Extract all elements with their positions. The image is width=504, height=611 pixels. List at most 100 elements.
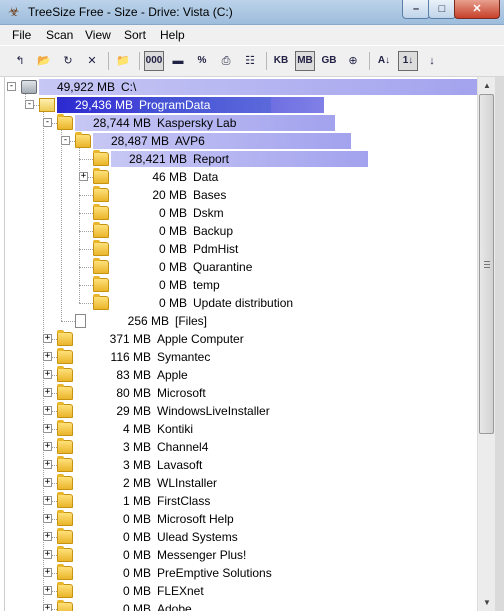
- item-size: 80 MB: [116, 386, 151, 400]
- browse-folder-icon[interactable]: 📁: [113, 51, 133, 71]
- tree-row[interactable]: - 28,744 MB Kaspersky Lab: [5, 114, 478, 132]
- expand-toggle[interactable]: +: [43, 460, 52, 469]
- expand-toggle[interactable]: +: [43, 406, 52, 415]
- tree-row[interactable]: 0 MB temp: [5, 276, 478, 294]
- tree-row[interactable]: 0 MB PdmHist: [5, 240, 478, 258]
- tree-row[interactable]: +83 MB Apple: [5, 366, 478, 384]
- item-size: 0 MB: [122, 584, 151, 598]
- tree-row[interactable]: +116 MB Symantec: [5, 348, 478, 366]
- drive-icon[interactable]: ▬: [168, 51, 188, 71]
- tree-row[interactable]: 0 MB Quarantine: [5, 258, 478, 276]
- details-view-icon[interactable]: ☷: [240, 51, 260, 71]
- print-icon[interactable]: ⎙: [216, 51, 236, 71]
- maximize-button[interactable]: □: [428, 0, 456, 19]
- item-size: 49,922 MB: [56, 80, 115, 94]
- item-size: 28,487 MB: [110, 134, 169, 148]
- refresh-icon[interactable]: ↻: [58, 51, 78, 71]
- expand-toggle[interactable]: +: [43, 586, 52, 595]
- tree-row[interactable]: 0 MB Backup: [5, 222, 478, 240]
- expand-toggle[interactable]: +: [43, 568, 52, 577]
- sort-direction-icon[interactable]: ↓: [422, 51, 442, 71]
- expand-toggle[interactable]: +: [43, 442, 52, 451]
- auto-unit-icon[interactable]: ⊕: [343, 51, 363, 71]
- tree-guide-line: [43, 112, 44, 609]
- menu-view[interactable]: View: [85, 28, 111, 42]
- collapse-toggle[interactable]: -: [61, 136, 70, 145]
- tree-row[interactable]: +3 MB Channel4: [5, 438, 478, 456]
- tree-row[interactable]: +0 MB Messenger Plus!: [5, 546, 478, 564]
- tree-row[interactable]: +80 MB Microsoft: [5, 384, 478, 402]
- tree-row[interactable]: +0 MB FLEXnet: [5, 582, 478, 600]
- menu-sort[interactable]: Sort: [124, 28, 146, 42]
- tree-row[interactable]: +46 MB Data: [5, 168, 478, 186]
- tree-row[interactable]: - 49,922 MB C:\: [5, 78, 478, 96]
- tree-row[interactable]: +2 MB WLInstaller: [5, 474, 478, 492]
- tree-row[interactable]: +0 MB Adobe: [5, 600, 478, 611]
- scroll-down-button[interactable]: ▼: [478, 594, 496, 611]
- stop-icon[interactable]: ✕: [82, 51, 102, 71]
- tree-row[interactable]: +3 MB Lavasoft: [5, 456, 478, 474]
- folder-icon: [93, 150, 109, 166]
- item-size: 3 MB: [122, 458, 151, 472]
- item-name: Report: [193, 152, 230, 166]
- item-name: Messenger Plus!: [157, 548, 247, 562]
- menu-help[interactable]: Help: [160, 28, 185, 42]
- expand-toggle[interactable]: +: [43, 532, 52, 541]
- tree-row[interactable]: +29 MB WindowsLiveInstaller: [5, 402, 478, 420]
- tree-row[interactable]: +0 MB Microsoft Help: [5, 510, 478, 528]
- menu-scan[interactable]: Scan: [46, 28, 73, 42]
- expand-toggle[interactable]: +: [43, 550, 52, 559]
- tree-row[interactable]: +0 MB Ulead Systems: [5, 528, 478, 546]
- item-size: 83 MB: [116, 368, 151, 382]
- tree-row[interactable]: +0 MB PreEmptive Solutions: [5, 564, 478, 582]
- collapse-toggle[interactable]: -: [43, 118, 52, 127]
- expand-toggle[interactable]: +: [43, 514, 52, 523]
- kb-unit-button[interactable]: KB: [271, 51, 291, 71]
- tree-row[interactable]: 256 MB [Files]: [5, 312, 478, 330]
- folder-icon: [57, 582, 73, 598]
- collapse-toggle[interactable]: -: [25, 100, 34, 109]
- tree-row[interactable]: +1 MB FirstClass: [5, 492, 478, 510]
- minimize-button[interactable]: –: [402, 0, 430, 19]
- folder-tree[interactable]: - 49,922 MB C:\ - 29,436 MB ProgramData - 28,74…: [4, 77, 478, 611]
- expand-toggle[interactable]: +: [43, 334, 52, 343]
- tree-row[interactable]: - 29,436 MB ProgramData: [5, 96, 478, 114]
- sort-size-icon[interactable]: 1↓: [398, 51, 418, 71]
- open-folder-icon[interactable]: 📂: [34, 51, 54, 71]
- expand-toggle[interactable]: +: [43, 388, 52, 397]
- item-name: Adobe: [157, 602, 192, 611]
- expand-toggle[interactable]: +: [79, 172, 88, 181]
- go-up-icon[interactable]: ↰: [10, 51, 30, 71]
- mb-unit-button[interactable]: MB: [295, 51, 315, 71]
- scroll-up-button[interactable]: ▲: [478, 77, 496, 94]
- vertical-scrollbar[interactable]: ▲ ▼: [477, 77, 496, 611]
- folder-icon: [57, 474, 73, 490]
- size-view-button[interactable]: 000: [144, 51, 164, 71]
- sort-name-icon[interactable]: A↓: [374, 51, 394, 71]
- folder-icon: [93, 186, 109, 202]
- expand-toggle[interactable]: +: [43, 424, 52, 433]
- item-size: 0 MB: [158, 206, 187, 220]
- scroll-thumb[interactable]: [479, 94, 494, 434]
- tree-row[interactable]: +371 MB Apple Computer: [5, 330, 478, 348]
- expand-toggle[interactable]: +: [43, 370, 52, 379]
- tree-row[interactable]: 0 MB Update distribution: [5, 294, 478, 312]
- expand-toggle[interactable]: +: [43, 352, 52, 361]
- item-name: Symantec: [157, 350, 211, 364]
- expand-toggle[interactable]: +: [43, 496, 52, 505]
- expand-toggle[interactable]: +: [43, 604, 52, 611]
- item-size: 20 MB: [152, 188, 187, 202]
- toolbar-separator: [108, 52, 109, 70]
- menu-file[interactable]: File: [12, 28, 31, 42]
- collapse-toggle[interactable]: -: [7, 82, 16, 91]
- tree-row[interactable]: 28,421 MB Report: [5, 150, 478, 168]
- percent-view-button[interactable]: %: [192, 51, 212, 71]
- tree-row[interactable]: +4 MB Kontiki: [5, 420, 478, 438]
- tree-row[interactable]: 20 MB Bases: [5, 186, 478, 204]
- tree-row[interactable]: 0 MB Dskm: [5, 204, 478, 222]
- expand-toggle[interactable]: +: [43, 478, 52, 487]
- gb-unit-button[interactable]: GB: [319, 51, 339, 71]
- tree-row[interactable]: - 28,487 MB AVP6: [5, 132, 478, 150]
- close-button[interactable]: ✕: [454, 0, 500, 19]
- toolbar: ↰ 📂 ↻ ✕ 📁 000 ▬% ⎙ ☷ KB MB GB ⊕ A↓ 1↓ ↓: [0, 46, 504, 77]
